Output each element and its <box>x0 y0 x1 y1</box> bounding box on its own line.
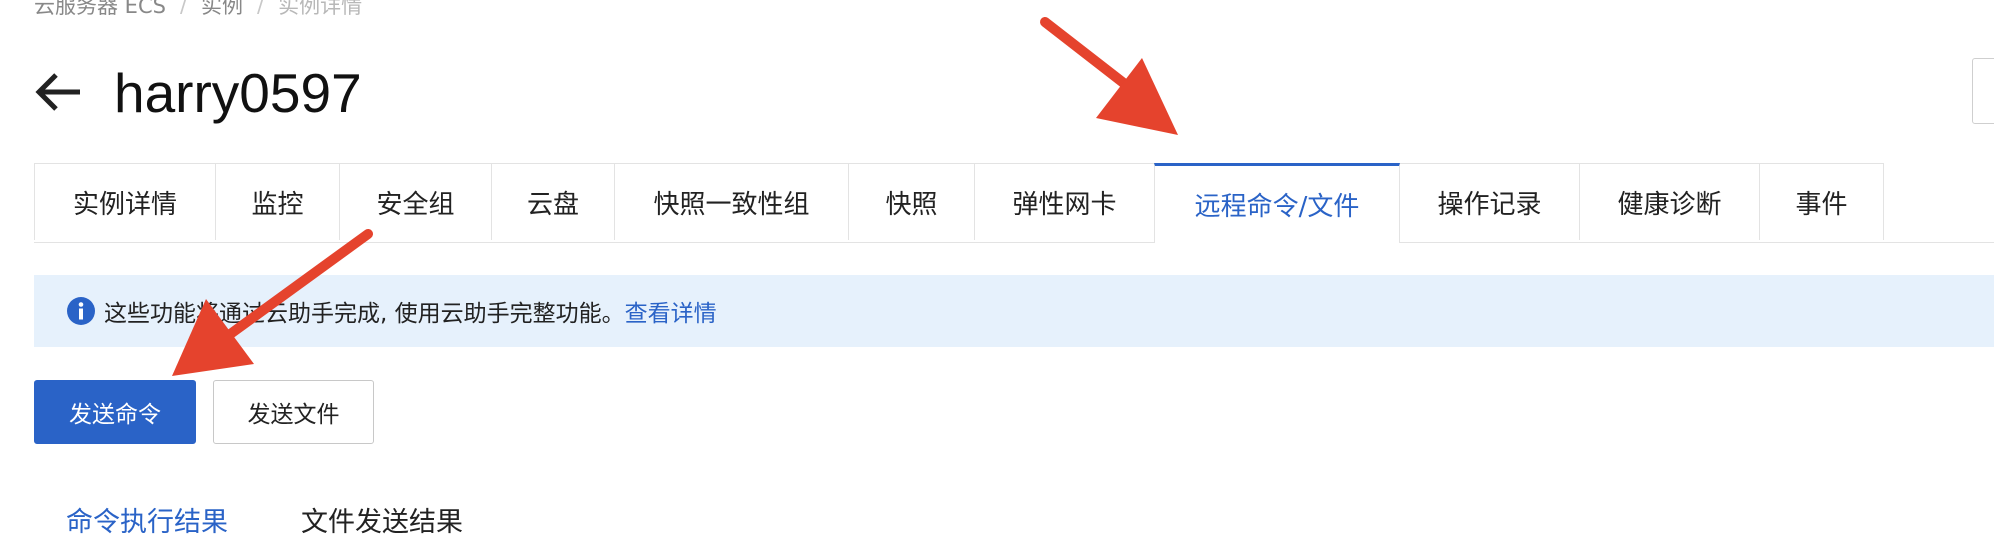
tab-instance-details[interactable]: 实例详情 <box>34 163 216 240</box>
arrow-left-icon[interactable] <box>34 70 84 114</box>
tab-elastic-nic[interactable]: 弹性网卡 <box>974 163 1155 240</box>
annotation-arrow-icon <box>1040 17 1178 135</box>
info-alert: 这些功能将通过云助手完成, 使用云助手完整功能。 查看详情 <box>34 275 1994 347</box>
breadcrumb: 云服务器 ECS / 实例 / 实例详情 <box>34 0 363 20</box>
alert-text: 这些功能将通过云助手完成, 使用云助手完整功能。 <box>104 301 625 327</box>
tab-remote-command-file[interactable]: 远程命令/文件 <box>1154 163 1400 243</box>
tab-operation-records[interactable]: 操作记录 <box>1399 163 1580 240</box>
breadcrumb-item-instances[interactable]: 实例 <box>201 0 243 20</box>
breadcrumb-item-ecs[interactable]: 云服务器 ECS <box>34 0 166 20</box>
tab-bar: 实例详情 监控 安全组 云盘 快照一致性组 快照 弹性网卡 远程命令/文件 操作… <box>34 163 1994 243</box>
view-details-link[interactable]: 查看详情 <box>625 294 717 328</box>
tab-health-diagnosis[interactable]: 健康诊断 <box>1579 163 1760 240</box>
breadcrumb-separator: / <box>257 0 265 17</box>
breadcrumb-item-current: 实例详情 <box>278 0 363 18</box>
more-actions-button[interactable] <box>1972 58 1994 124</box>
send-command-button[interactable]: 发送命令 <box>34 380 196 444</box>
breadcrumb-separator: / <box>179 0 188 17</box>
tab-security-group[interactable]: 安全组 <box>339 163 492 240</box>
tab-disks[interactable]: 云盘 <box>491 163 615 240</box>
tab-snapshots[interactable]: 快照 <box>848 163 975 240</box>
info-icon <box>67 297 95 325</box>
tab-command-results[interactable]: 命令执行结果 <box>66 500 228 539</box>
tab-monitoring[interactable]: 监控 <box>215 163 340 240</box>
send-file-button[interactable]: 发送文件 <box>213 380 374 444</box>
tab-file-send-results[interactable]: 文件发送结果 <box>301 500 463 539</box>
page-title: harry0597 <box>114 62 362 124</box>
tab-events[interactable]: 事件 <box>1759 163 1884 240</box>
tab-snapshot-consistency-group[interactable]: 快照一致性组 <box>614 163 849 240</box>
